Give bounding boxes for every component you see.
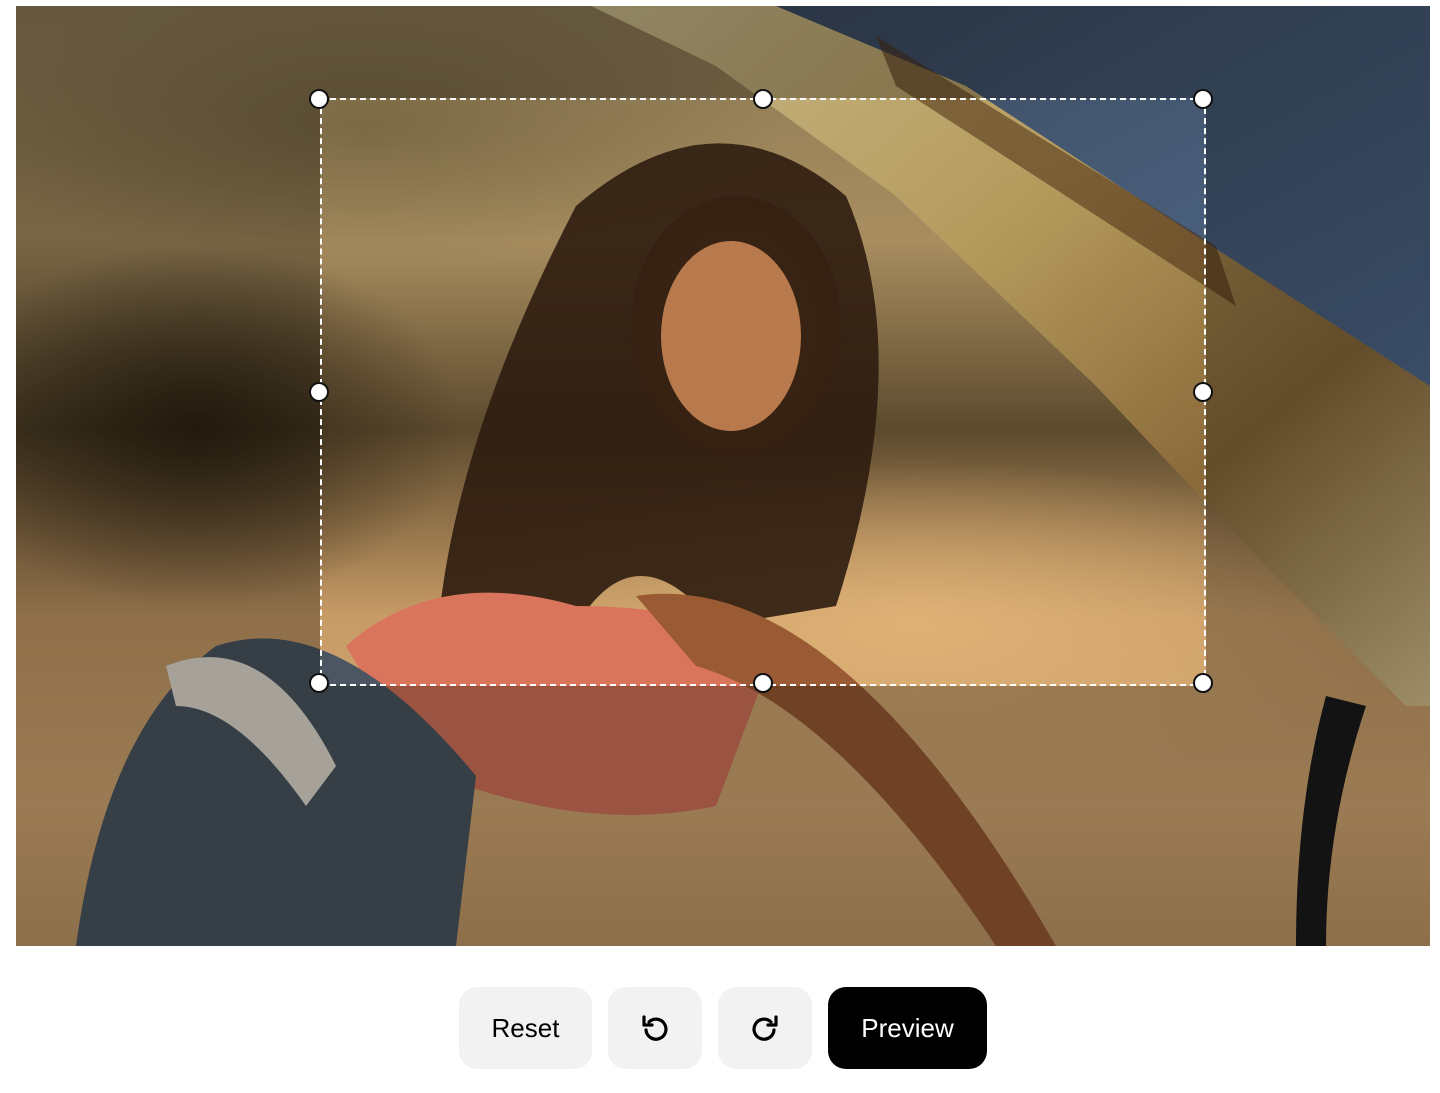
crop-mask-right	[1206, 98, 1430, 686]
rotate-left-button[interactable]	[608, 987, 702, 1069]
crop-handle-top-left[interactable]	[309, 89, 329, 109]
crop-handle-top[interactable]	[753, 89, 773, 109]
crop-mask-left	[16, 98, 320, 686]
crop-toolbar: Reset Preview	[459, 987, 987, 1069]
image-cropper: Reset Preview	[0, 0, 1440, 1093]
crop-handle-left[interactable]	[309, 382, 329, 402]
rotate-left-icon	[640, 1013, 670, 1043]
crop-handle-bottom[interactable]	[753, 673, 773, 693]
crop-handle-top-right[interactable]	[1193, 89, 1213, 109]
crop-mask-bottom	[16, 686, 1430, 946]
crop-selection[interactable]	[309, 89, 1213, 693]
preview-button[interactable]: Preview	[828, 987, 987, 1069]
crop-handle-bottom-right[interactable]	[1193, 673, 1213, 693]
preview-button-label: Preview	[861, 1012, 954, 1043]
crop-handle-bottom-left[interactable]	[309, 673, 329, 693]
image-canvas[interactable]	[16, 6, 1430, 946]
reset-button[interactable]: Reset	[459, 987, 592, 1069]
crop-mask-top	[16, 6, 1430, 98]
rotate-right-icon	[750, 1013, 780, 1043]
crop-handle-right[interactable]	[1193, 382, 1213, 402]
rotate-right-button[interactable]	[718, 987, 812, 1069]
reset-button-label: Reset	[491, 1012, 560, 1043]
